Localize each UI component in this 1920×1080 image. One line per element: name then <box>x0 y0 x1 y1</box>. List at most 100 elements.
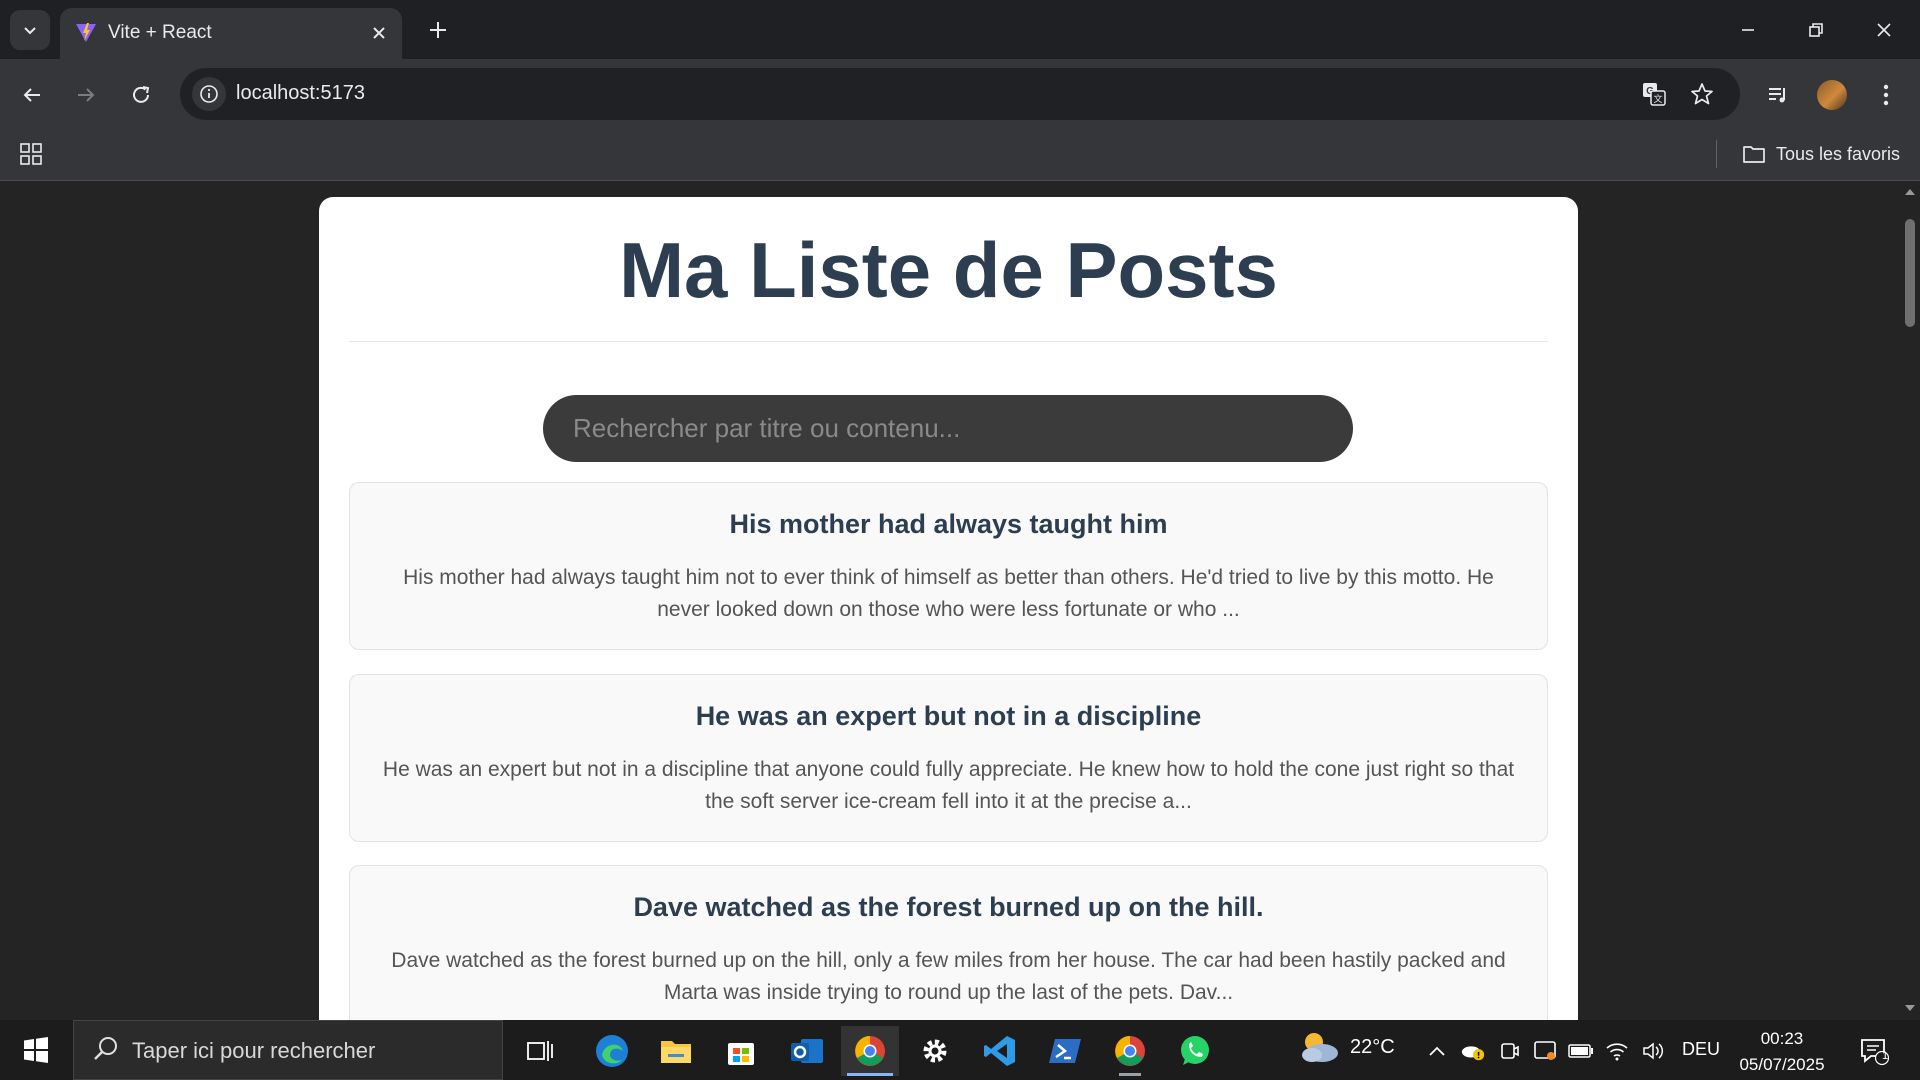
plus-icon <box>430 22 446 38</box>
title-divider <box>349 341 1548 342</box>
bookmarks-divider <box>1716 140 1717 168</box>
volume-tray[interactable] <box>1640 1038 1666 1064</box>
site-info-button[interactable] <box>192 77 226 111</box>
avatar <box>1817 80 1847 110</box>
bookmark-star-button[interactable] <box>1686 78 1718 110</box>
info-icon <box>200 85 218 103</box>
scroll-up-icon[interactable] <box>1904 187 1916 197</box>
vite-logo-icon <box>76 23 96 42</box>
clock-time: 00:23 <box>1760 1029 1804 1048</box>
profile-button[interactable] <box>1814 77 1850 113</box>
address-bar[interactable]: localhost:5173 G文 <box>180 68 1740 120</box>
browser-toolbar: localhost:5173 G文 <box>0 59 1920 130</box>
display-sync-icon <box>1534 1041 1556 1060</box>
all-bookmarks-folder[interactable]: Tous les favoris <box>1742 138 1900 170</box>
page-viewport: Ma Liste de Posts His mother had always … <box>0 181 1920 1020</box>
folder-icon <box>661 1041 691 1063</box>
post-title: His mother had always taught him <box>729 509 1168 539</box>
task-view-button[interactable] <box>511 1026 569 1076</box>
partly-cloudy-icon <box>1302 1033 1338 1062</box>
battery-icon <box>1568 1044 1593 1058</box>
scrollbar-thumb[interactable] <box>1905 219 1915 327</box>
chrome-app-active[interactable] <box>841 1026 899 1076</box>
clock[interactable]: 00:23 05/07/2025 <box>1732 1026 1832 1078</box>
tab-title: Vite + React <box>108 22 212 43</box>
url-text[interactable]: localhost:5173 <box>236 82 365 105</box>
translate-icon: G文 <box>1643 83 1666 106</box>
chevron-down-icon <box>24 27 36 35</box>
onedrive-tray[interactable] <box>1460 1038 1486 1064</box>
star-icon <box>1691 83 1713 105</box>
running-app-indicator <box>1119 1073 1141 1076</box>
chrome-icon <box>1115 1036 1145 1066</box>
close-tab-icon[interactable] <box>366 20 392 46</box>
taskbar-search[interactable]: Taper ici pour rechercher <box>73 1020 503 1080</box>
media-control-button[interactable] <box>1760 77 1796 113</box>
scroll-down-icon[interactable] <box>1904 1003 1916 1013</box>
edge-icon <box>596 1035 628 1067</box>
search-input[interactable] <box>543 395 1353 462</box>
post-card: Dave watched as the forest burned up on … <box>349 865 1548 1020</box>
outlook-app[interactable] <box>778 1026 836 1076</box>
restore-button[interactable] <box>1782 0 1850 59</box>
weather-widget[interactable]: 22°C <box>1296 1030 1395 1064</box>
task-view-icon <box>527 1041 553 1061</box>
gear-icon <box>923 1039 947 1063</box>
microsoft-store-app[interactable] <box>712 1026 770 1076</box>
notification-count: 1 <box>1882 1050 1889 1062</box>
bookmarks-folder-label: Tous les favoris <box>1776 143 1901 164</box>
meet-now-tray[interactable] <box>1496 1038 1522 1064</box>
page-title: Ma Liste de Posts <box>619 226 1278 314</box>
tab-strip: Vite + React <box>0 0 1920 59</box>
vscode-icon <box>984 1036 1015 1066</box>
translate-button[interactable]: G文 <box>1638 78 1670 110</box>
apps-button[interactable] <box>16 139 46 169</box>
kebab-menu-icon <box>1883 84 1889 106</box>
reload-button[interactable] <box>123 77 159 113</box>
post-card: His mother had always taught him His mot… <box>349 482 1548 650</box>
show-hidden-icons[interactable] <box>1424 1038 1450 1064</box>
tab-search-button[interactable] <box>10 10 50 50</box>
file-explorer-app[interactable] <box>647 1026 705 1076</box>
post-card: He was an expert but not in a discipline… <box>349 674 1548 842</box>
minimize-button[interactable] <box>1714 0 1782 59</box>
back-button[interactable] <box>14 77 50 113</box>
notification-center-button[interactable]: 1 <box>1856 1034 1892 1068</box>
svg-text:文: 文 <box>1653 93 1662 104</box>
vscode-app[interactable] <box>971 1026 1029 1076</box>
vertical-scrollbar[interactable] <box>1900 181 1920 1020</box>
new-tab-button[interactable] <box>422 14 454 46</box>
whatsapp-app[interactable] <box>1166 1026 1224 1076</box>
whatsapp-icon <box>1181 1036 1209 1065</box>
wifi-icon <box>1606 1043 1628 1061</box>
arrow-left-icon <box>23 88 40 102</box>
post-excerpt: His mother had always taught him not to … <box>403 566 1494 621</box>
browser-tab[interactable]: Vite + React <box>60 8 402 59</box>
store-icon <box>728 1043 754 1065</box>
network-tray[interactable] <box>1604 1038 1630 1064</box>
taskbar-search-placeholder: Taper ici pour rechercher <box>132 1038 376 1063</box>
post-excerpt: He was an expert but not in a discipline… <box>382 758 1515 813</box>
edge-app[interactable] <box>583 1026 641 1076</box>
minimize-icon <box>1742 28 1754 31</box>
settings-app[interactable] <box>906 1026 964 1076</box>
browser-menu-button[interactable] <box>1868 77 1904 113</box>
close-window-button[interactable] <box>1850 0 1918 59</box>
battery-tray[interactable] <box>1568 1038 1594 1064</box>
active-app-indicator <box>847 1073 893 1076</box>
reload-icon <box>133 86 150 103</box>
post-excerpt: Dave watched as the forest burned up on … <box>391 949 1506 1004</box>
chrome-profile-app[interactable] <box>1101 1026 1159 1076</box>
forward-button[interactable] <box>68 77 104 113</box>
powershell-icon <box>1049 1039 1081 1063</box>
chevron-up-icon <box>1429 1046 1445 1056</box>
start-button[interactable] <box>0 1020 72 1080</box>
windows-logo-icon <box>24 1037 48 1063</box>
posts-container: Ma Liste de Posts His mother had always … <box>319 197 1578 1020</box>
powershell-app[interactable] <box>1036 1026 1094 1076</box>
folder-icon <box>1743 146 1765 163</box>
input-language[interactable]: DEU <box>1682 1039 1720 1060</box>
display-tray[interactable] <box>1532 1038 1558 1064</box>
taskbar: Taper ici pour rechercher 22°C DEU 00:23… <box>0 1020 1920 1080</box>
bookmarks-bar: Tous les favoris <box>0 130 1920 181</box>
